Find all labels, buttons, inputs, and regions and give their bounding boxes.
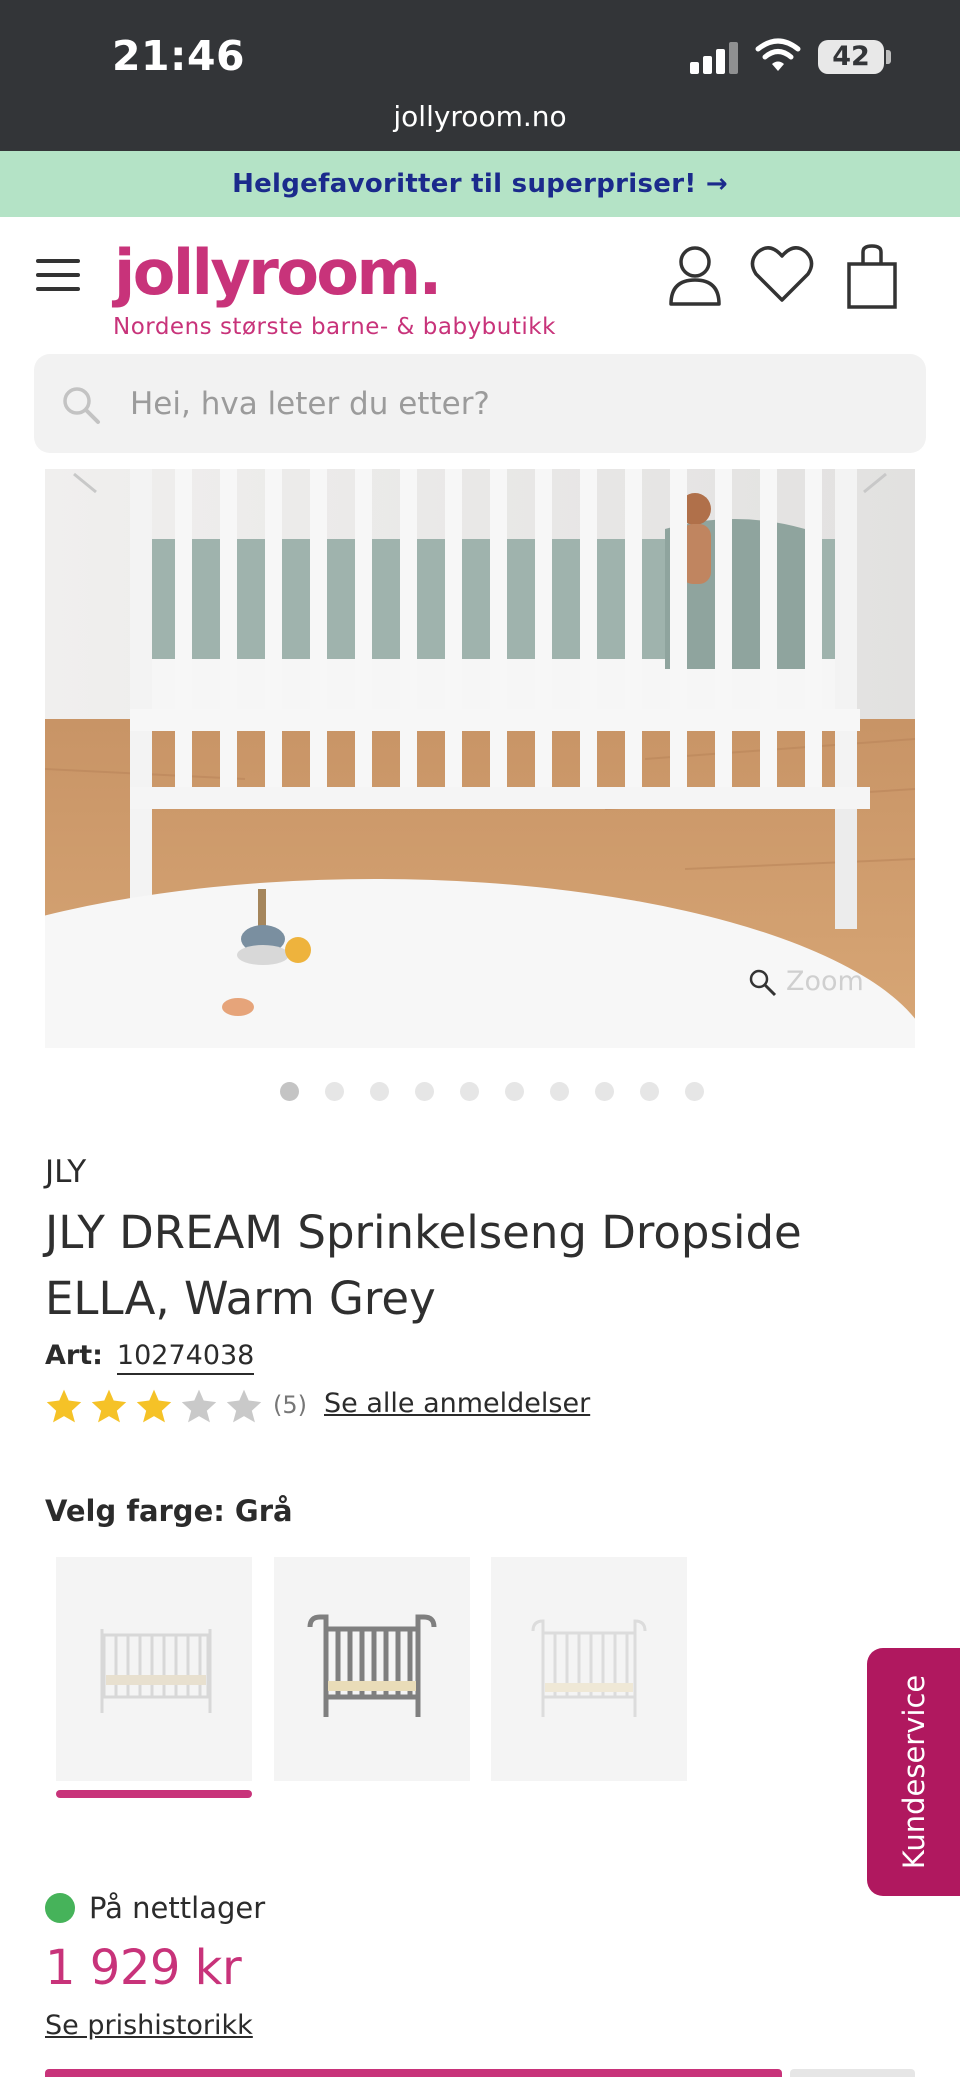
gallery-dot[interactable] [280,1082,299,1101]
battery-icon: 42 [818,40,884,74]
zoom-icon [749,969,777,996]
star-filled-icon [91,1389,127,1423]
zoom-label: Zoom [786,966,864,997]
next-image-icon[interactable] [862,466,890,494]
battery-tip [886,50,891,64]
signal-icon [690,42,740,74]
stock-status: På nettlager [89,1891,266,1925]
gallery-dot[interactable] [685,1082,704,1101]
customer-service-label: Kundeservice [896,1674,931,1870]
product-price: 1 929 kr [45,1940,242,1996]
article-value: 10274038 [116,1340,255,1375]
selected-color-indicator [56,1790,252,1798]
promo-banner[interactable]: Helgefavoritter til superpriser! → [0,151,960,217]
color-select-label: Velg farge: Grå [45,1494,293,1528]
gallery-dot[interactable] [550,1082,569,1101]
article-number: Art: 10274038 [45,1340,255,1375]
color-option-light-grey[interactable] [491,1557,687,1781]
product-title: JLY DREAM Sprinkelseng Dropside ELLA, Wa… [45,1206,802,1325]
zoom-button[interactable]: Zoom [748,966,864,998]
account-icon[interactable] [667,244,723,306]
status-time: 21:46 [112,32,246,80]
add-to-cart-button[interactable] [45,2069,782,2077]
customer-service-button[interactable]: Kundeservice [867,1648,960,1896]
gallery-dot[interactable] [640,1082,659,1101]
heart-icon[interactable] [750,244,814,304]
article-label: Art: [45,1340,103,1371]
gallery-dot[interactable] [505,1082,524,1101]
review-count: (5) [273,1391,307,1419]
all-reviews-link[interactable]: Se alle anmeldelser [324,1388,590,1419]
tagline: Nordens største barne- & babybutikk [113,314,556,340]
gallery-dot[interactable] [415,1082,434,1101]
menu-icon[interactable] [36,259,80,291]
shopping-bag-icon[interactable] [846,244,898,310]
status-bar: 21:46 42 jollyroom.no [0,0,960,151]
white-crib-thumbnail [100,1629,212,1713]
product-brand[interactable]: JLY [45,1154,86,1190]
search-icon [63,387,100,424]
light-grey-crib-thumbnail [531,1619,647,1717]
wishlist-button[interactable] [790,2069,915,2077]
star-empty-icon [226,1389,262,1423]
star-empty-icon [181,1389,217,1423]
color-option-grey[interactable] [274,1557,470,1781]
star-filled-icon [46,1389,82,1423]
star-filled-icon [136,1389,172,1423]
crib-photo [45,469,915,1048]
gallery-dot[interactable] [370,1082,389,1101]
url-bar[interactable]: jollyroom.no [0,100,960,133]
wifi-icon [755,38,801,71]
prev-image-icon[interactable] [70,466,98,494]
logo[interactable]: jollyroom. [114,236,442,309]
color-option-white[interactable] [56,1557,252,1781]
gallery-dot[interactable] [595,1082,614,1101]
stock-status-dot [45,1893,75,1923]
product-image[interactable] [45,469,915,1048]
gallery-dot[interactable] [460,1082,479,1101]
search-placeholder: Hei, hva leter du etter? [130,386,490,422]
price-history-link[interactable]: Se prishistorikk [45,2010,253,2041]
gallery-dot[interactable] [325,1082,344,1101]
grey-crib-thumbnail [307,1614,437,1717]
